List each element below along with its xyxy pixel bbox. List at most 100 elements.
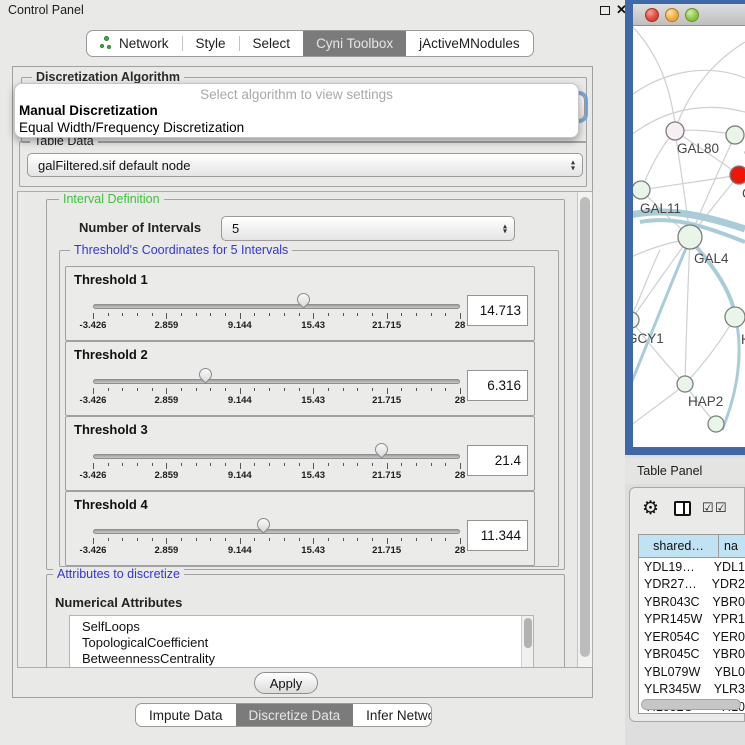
network-node[interactable] bbox=[726, 126, 744, 144]
panel-scrollbar-thumb[interactable] bbox=[580, 197, 590, 657]
slider-tick-label: 28 bbox=[455, 470, 466, 481]
horizontal-scrollbar-thumb[interactable] bbox=[641, 699, 741, 710]
zoom-traffic-light-icon[interactable] bbox=[685, 8, 699, 22]
tab-infer-network[interactable]: Infer Network bbox=[353, 704, 432, 726]
table-row[interactable]: YBL079WYBL0 bbox=[639, 663, 745, 681]
slider-tick-label: 9.144 bbox=[228, 470, 252, 481]
checkbox-icon[interactable]: ☑ bbox=[702, 500, 714, 516]
tab-cyni-toolbox[interactable]: Cyni Toolbox bbox=[303, 31, 406, 56]
list-item[interactable]: TopologicalCoefficient bbox=[70, 635, 533, 651]
slider-tick-label: 21.715 bbox=[372, 320, 401, 331]
table-data-combobox[interactable]: galFiltered.sif default node ▴▾ bbox=[27, 153, 583, 177]
network-node-label: GCY1 bbox=[633, 331, 664, 346]
slider-tick-label: 15.43 bbox=[301, 320, 325, 331]
threshold-1-value-field[interactable]: 14.713 bbox=[467, 295, 528, 326]
table-row[interactable]: YBR043CYBR0 bbox=[639, 593, 745, 611]
tab-network[interactable]: Network bbox=[87, 31, 182, 56]
table-row[interactable]: YBR045CYBR0 bbox=[639, 646, 745, 664]
network-edge bbox=[641, 175, 739, 190]
checkbox-icon[interactable]: ☑ bbox=[715, 500, 727, 516]
network-node[interactable] bbox=[633, 312, 639, 328]
threshold-3-slider-thumb[interactable] bbox=[375, 443, 390, 458]
float-window-icon[interactable] bbox=[600, 6, 610, 15]
slider-tick-label: 15.43 bbox=[301, 470, 325, 481]
table-row[interactable]: YDR27…YDR2 bbox=[639, 576, 745, 594]
slider-tick-label: 9.144 bbox=[228, 545, 252, 556]
control-panel-titlebar: Control Panel ✕ bbox=[0, 0, 625, 20]
network-node[interactable] bbox=[730, 166, 745, 184]
network-node[interactable] bbox=[708, 416, 724, 432]
threshold-2-slider-thumb[interactable] bbox=[199, 368, 214, 383]
panel-scrollbar bbox=[577, 192, 592, 667]
tab-style[interactable]: Style bbox=[183, 31, 239, 56]
tab-discretize-data[interactable]: Discretize Data bbox=[236, 704, 354, 726]
slider-tick-label: 28 bbox=[455, 395, 466, 406]
table-row[interactable]: YDL19…YDL1 bbox=[639, 558, 745, 576]
slider-tick-label: 21.715 bbox=[372, 545, 401, 556]
network-node[interactable] bbox=[666, 122, 684, 140]
control-panel-title: Control Panel bbox=[8, 3, 84, 17]
close-traffic-light-icon[interactable] bbox=[645, 8, 659, 22]
slider-tick-label: 21.715 bbox=[372, 395, 401, 406]
network-view-window: GAL80GACGAL11GAL4GCY1HHAP2 bbox=[625, 0, 745, 455]
gear-icon[interactable]: ⚙ bbox=[642, 497, 659, 520]
threshold-4-slider-thumb[interactable] bbox=[257, 518, 272, 533]
column-header-shared-name[interactable]: shared… bbox=[639, 535, 719, 557]
threshold-1-panel: Threshold 1 -3.4262.8599.14415.4321.7152… bbox=[65, 266, 535, 341]
bottom-tabbar: Impute Data Discretize Data Infer Networ… bbox=[135, 703, 432, 727]
network-tree-icon bbox=[100, 36, 113, 51]
slider-tick-label: 15.43 bbox=[301, 395, 325, 406]
slider-tick-label: 21.715 bbox=[372, 470, 401, 481]
threshold-4-label: Threshold 4 bbox=[74, 497, 148, 512]
list-scrollbar-thumb[interactable] bbox=[524, 618, 532, 648]
numerical-attributes-label: Numerical Attributes bbox=[55, 595, 182, 610]
column-header-name[interactable]: na bbox=[719, 535, 745, 557]
network-edge bbox=[641, 131, 675, 190]
list-item[interactable]: SelfLoops bbox=[70, 619, 533, 635]
table-panel: ⚙ ☑ ☑ shared… na YDL19…YDL1 YDR27…YDR2 Y… bbox=[629, 487, 745, 722]
threshold-4-value-field[interactable]: 11.344 bbox=[467, 520, 528, 551]
apply-button[interactable]: Apply bbox=[254, 672, 318, 694]
split-columns-icon[interactable] bbox=[674, 501, 691, 516]
network-node[interactable] bbox=[633, 181, 650, 199]
network-node[interactable] bbox=[725, 307, 745, 327]
list-item[interactable]: BetweennessCentrality bbox=[70, 651, 533, 667]
threshold-4-panel: Threshold 4 -3.4262.8599.14415.4321.7152… bbox=[65, 491, 535, 566]
table-row[interactable]: YER054CYER0 bbox=[639, 628, 745, 646]
minimize-traffic-light-icon[interactable] bbox=[665, 8, 679, 22]
table-row[interactable]: YLR345WYLR3 bbox=[639, 681, 745, 699]
slider-tick-label: 9.144 bbox=[228, 320, 252, 331]
control-panel-window: Control Panel ✕ Network Style Select Cyn… bbox=[0, 0, 625, 745]
threshold-1-slider-thumb[interactable] bbox=[297, 293, 312, 308]
tab-impute-data[interactable]: Impute Data bbox=[136, 704, 236, 726]
threshold-coordinates-label: Threshold's Coordinates for 5 Intervals bbox=[70, 243, 292, 257]
threshold-3-value-field[interactable]: 21.4 bbox=[467, 445, 528, 476]
network-edge bbox=[685, 237, 690, 384]
slider-tick-label: 2.859 bbox=[155, 470, 179, 481]
settings-panel: Discretization Algorithm Select algorith… bbox=[12, 66, 593, 698]
network-edge bbox=[633, 390, 678, 430]
dropdown-option-equal-width[interactable]: Equal Width/Frequency Discretization bbox=[19, 120, 244, 135]
tab-select[interactable]: Select bbox=[240, 31, 304, 56]
network-node[interactable] bbox=[678, 225, 702, 249]
network-canvas[interactable]: GAL80GACGAL11GAL4GCY1HHAP2 bbox=[633, 26, 745, 447]
network-node[interactable] bbox=[677, 376, 693, 392]
table-panel-title: Table Panel bbox=[637, 464, 702, 478]
network-edge bbox=[633, 70, 745, 100]
slider-ruler bbox=[93, 463, 460, 470]
slider-tick-label: 28 bbox=[455, 545, 466, 556]
network-node-label: HAP2 bbox=[688, 394, 723, 409]
numerical-attributes-list: SelfLoops TopologicalCoefficient Between… bbox=[69, 615, 534, 668]
slider-ruler bbox=[93, 388, 460, 395]
tab-jactivemnodules[interactable]: jActiveMNodules bbox=[406, 31, 533, 56]
threshold-3-label: Threshold 3 bbox=[74, 422, 148, 437]
slider-tick-labels: -3.4262.8599.14415.4321.71528 bbox=[93, 320, 460, 332]
slider-tick-label: 28 bbox=[455, 320, 466, 331]
network-node-label: GAL80 bbox=[677, 141, 719, 156]
table-row[interactable]: YPR145WYPR1 bbox=[639, 611, 745, 629]
slider-tick-labels: -3.4262.8599.14415.4321.71528 bbox=[93, 545, 460, 557]
dropdown-option-manual-discretization[interactable]: Manual Discretization bbox=[19, 103, 158, 118]
slider-tick-label: -3.426 bbox=[80, 470, 107, 481]
threshold-2-value-field[interactable]: 6.316 bbox=[467, 370, 528, 401]
number-of-intervals-combobox[interactable]: 5 ▴▾ bbox=[221, 216, 515, 241]
